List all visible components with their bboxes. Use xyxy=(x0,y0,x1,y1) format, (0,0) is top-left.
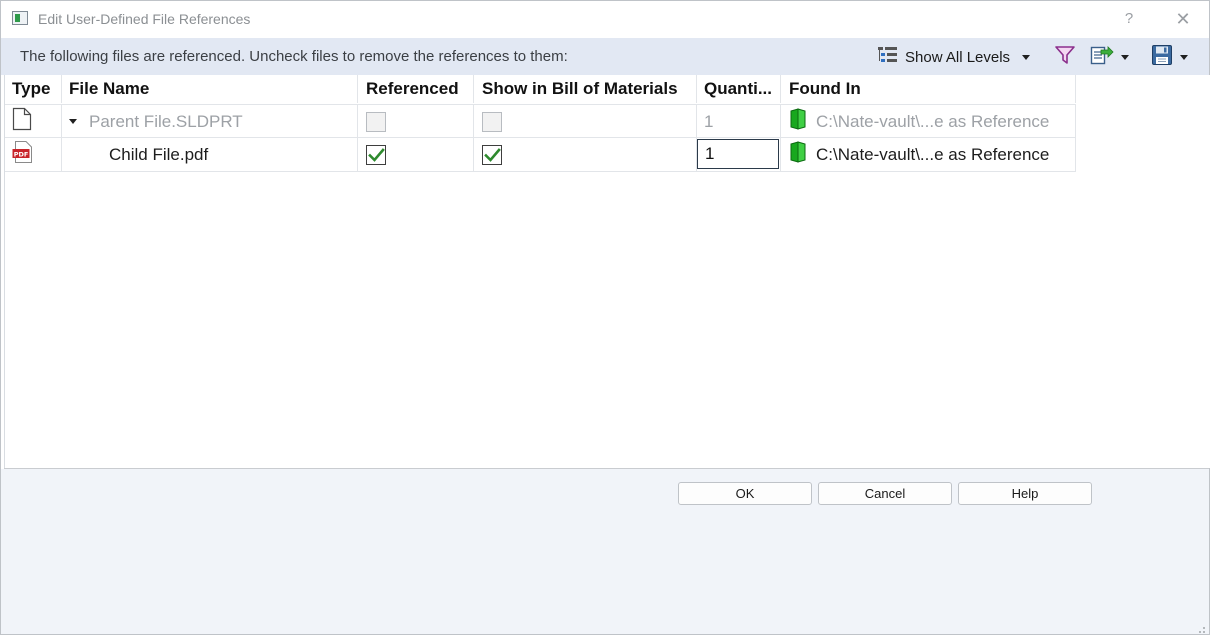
window-title: Edit User-Defined File References xyxy=(38,11,251,27)
cancel-button[interactable]: Cancel xyxy=(818,482,952,505)
save-icon xyxy=(1151,44,1173,71)
save-button[interactable] xyxy=(1151,44,1188,71)
info-toolbar: The following files are referenced. Unch… xyxy=(1,38,1209,75)
quantity-input[interactable] xyxy=(697,139,779,169)
show-all-levels-dropdown[interactable]: Show All Levels xyxy=(877,45,1031,69)
show-in-bom-checkbox[interactable] xyxy=(482,111,502,132)
show-in-bom-checkbox[interactable] xyxy=(482,144,502,165)
levels-icon xyxy=(877,46,899,69)
dialog-window: Edit User-Defined File References ? ✕ Th… xyxy=(0,0,1210,635)
svg-text:PDF: PDF xyxy=(14,150,29,158)
referenced-checkbox[interactable] xyxy=(366,144,386,165)
quantity-value: 1 xyxy=(704,111,714,131)
column-header-found-in[interactable]: Found In xyxy=(781,75,1076,103)
app-icon xyxy=(12,11,28,25)
column-header-file-name[interactable]: File Name xyxy=(62,75,358,103)
referenced-checkbox[interactable] xyxy=(366,111,386,132)
help-button[interactable]: Help xyxy=(958,482,1092,505)
found-in-path: C:\Nate-vault\...e as Reference xyxy=(816,144,1050,164)
pdf-icon: PDF xyxy=(12,140,34,169)
show-all-levels-label: Show All Levels xyxy=(905,48,1011,66)
filter-button[interactable] xyxy=(1054,45,1076,69)
column-header-type[interactable]: Type xyxy=(5,75,62,103)
column-header-referenced[interactable]: Referenced xyxy=(358,75,474,103)
title-bar: Edit User-Defined File References ? ✕ xyxy=(1,1,1209,37)
grid-header: Type File Name Referenced Show in Bill o… xyxy=(5,75,1076,103)
vault-icon xyxy=(789,141,807,168)
chevron-down-icon xyxy=(1180,55,1188,60)
info-message: The following files are referenced. Unch… xyxy=(20,48,568,65)
collapse-toggle-icon[interactable] xyxy=(69,119,77,124)
export-icon xyxy=(1090,44,1114,71)
table-row[interactable]: Parent File.SLDPRT 1 C:\Nate-vault\...e … xyxy=(5,104,1076,138)
document-icon xyxy=(12,107,32,136)
table-row[interactable]: PDF Child File.pdf 1 C:\Nate-vault\...e … xyxy=(5,137,1076,172)
column-header-show-in-bom[interactable]: Show in Bill of Materials xyxy=(474,75,697,103)
dialog-footer: OK Cancel Help xyxy=(1,469,1209,634)
found-in-path: C:\Nate-vault\...e as Reference xyxy=(816,111,1050,131)
close-button[interactable]: ✕ xyxy=(1169,7,1197,31)
help-question-button[interactable]: ? xyxy=(1115,7,1143,31)
ok-button[interactable]: OK xyxy=(678,482,812,505)
chevron-down-icon xyxy=(1121,55,1129,60)
vault-icon xyxy=(789,108,807,135)
column-header-quantity[interactable]: Quanti... xyxy=(697,75,781,103)
chevron-down-icon xyxy=(1022,55,1031,60)
file-name: Parent File.SLDPRT xyxy=(89,111,243,131)
export-button[interactable] xyxy=(1090,45,1129,69)
references-grid: Type File Name Referenced Show in Bill o… xyxy=(4,75,1210,468)
filter-icon xyxy=(1054,44,1076,71)
resize-grip-icon[interactable] xyxy=(1196,621,1206,633)
file-name: Child File.pdf xyxy=(109,144,209,164)
